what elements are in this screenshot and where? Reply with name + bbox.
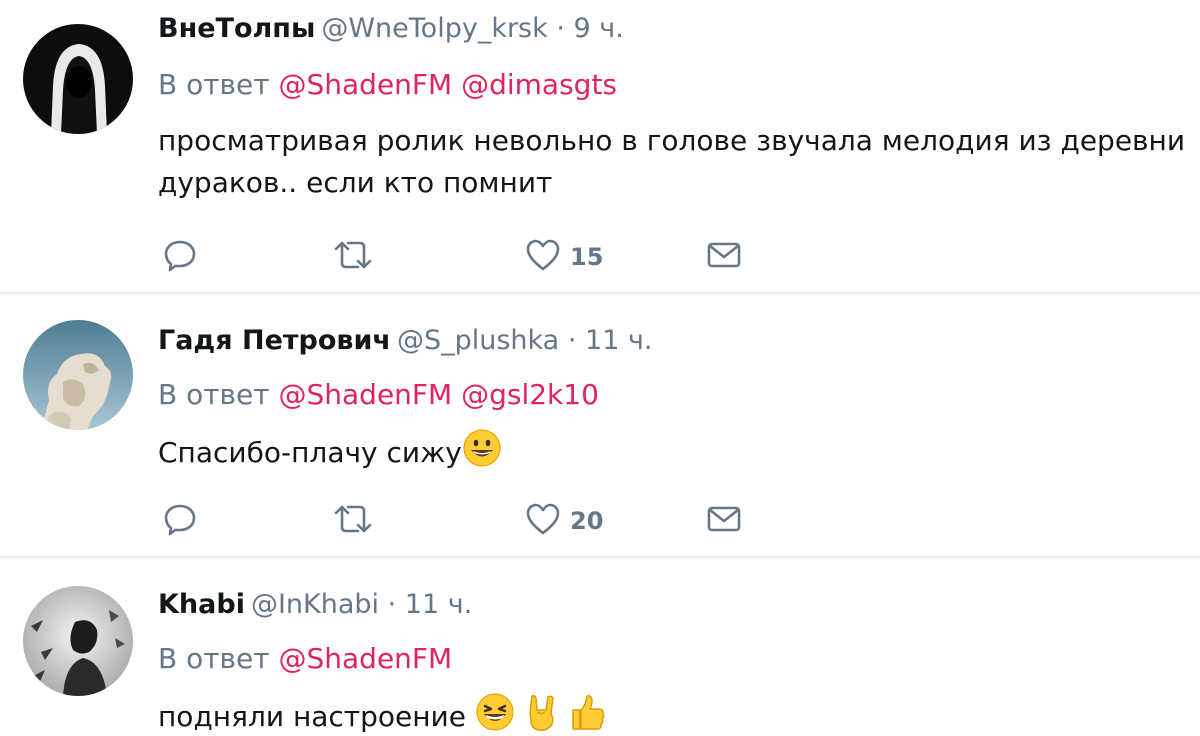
grinning-squinting-face-emoji	[475, 692, 515, 736]
direct-message-button[interactable]	[706, 501, 742, 541]
tweet-header: Гадя Петрович @S_plushka · 11 ч.	[158, 324, 653, 358]
envelope-icon	[706, 237, 742, 277]
user-handle[interactable]: @InKhabi	[251, 589, 379, 620]
tweet-item[interactable]: Гадя Петрович @S_plushka · 11 ч. В ответ …	[0, 294, 1200, 556]
retweet-button[interactable]	[330, 237, 376, 277]
speech-bubble-icon	[162, 237, 198, 277]
reply-context: В ответ @ShadenFM	[158, 642, 452, 676]
reply-context: В ответ @ShadenFM @gsl2k10	[158, 378, 599, 412]
heart-outline-icon	[524, 501, 562, 541]
heart-outline-icon	[524, 237, 562, 277]
avatar[interactable]	[23, 586, 133, 696]
sign-of-horns-emoji	[524, 692, 560, 736]
tweet-text-content: подняли настроение	[158, 700, 466, 733]
like-count: 20	[570, 507, 604, 535]
like-button[interactable]: 20	[524, 501, 603, 541]
timestamp[interactable]: 9 ч.	[574, 13, 624, 44]
grinning-face-emoji	[462, 428, 502, 480]
separator-dot: ·	[387, 589, 397, 620]
tweet-actions: 20	[158, 501, 798, 541]
display-name[interactable]: ВнеТолпы	[158, 13, 315, 44]
reply-prefix: В ответ	[158, 642, 270, 675]
mention-link[interactable]: @gsl2k10	[461, 378, 599, 411]
tweet-replies-feed: ВнеТолпы @WneTolpy_krsk · 9 ч. В ответ @S…	[0, 0, 1200, 736]
display-name[interactable]: Гадя Петрович	[158, 325, 391, 356]
tweet-text: Спасибо-плачу сижу	[158, 428, 1188, 480]
direct-message-button[interactable]	[706, 237, 742, 277]
timestamp[interactable]: 11 ч.	[405, 589, 472, 620]
separator-dot: ·	[556, 13, 565, 44]
like-button[interactable]: 15	[524, 237, 603, 277]
tweet-text-content: просматривая ролик невольно в голове зву…	[158, 124, 1186, 199]
mention-link[interactable]: @dimasgts	[461, 68, 617, 101]
thumbs-up-emoji	[569, 692, 607, 736]
mention-link[interactable]: @ShadenFM	[279, 642, 453, 675]
reply-button[interactable]	[162, 501, 198, 541]
tweet-text-content: Спасибо-плачу сижу	[158, 436, 462, 469]
avatar[interactable]	[23, 320, 133, 430]
tweet-item[interactable]: ВнеТолпы @WneTolpy_krsk · 9 ч. В ответ @S…	[0, 0, 1200, 292]
mention-link[interactable]: @ShadenFM	[279, 68, 453, 101]
user-handle[interactable]: @S_plushka	[397, 325, 559, 356]
retweet-arrows-icon	[330, 501, 376, 541]
timestamp[interactable]: 11 ч.	[585, 325, 652, 356]
reply-prefix: В ответ	[158, 378, 270, 411]
tweet-actions: 15	[158, 237, 798, 277]
envelope-icon	[706, 501, 742, 541]
avatar[interactable]	[23, 24, 133, 134]
retweet-button[interactable]	[330, 501, 376, 541]
separator-dot: ·	[567, 325, 577, 356]
mention-link[interactable]: @ShadenFM	[279, 378, 453, 411]
user-handle[interactable]: @WneTolpy_krsk	[321, 13, 547, 44]
tweet-text: просматривая ролик невольно в голове зву…	[158, 120, 1188, 204]
display-name[interactable]: Khabi	[158, 589, 245, 620]
tweet-text: подняли настроение	[158, 692, 1188, 736]
reply-button[interactable]	[162, 237, 198, 277]
tweet-header: Khabi @InKhabi · 11 ч.	[158, 588, 472, 622]
tweet-item[interactable]: Khabi @InKhabi · 11 ч. В ответ @ShadenFM …	[0, 558, 1200, 736]
retweet-arrows-icon	[330, 237, 376, 277]
reply-context: В ответ @ShadenFM @dimasgts	[158, 68, 617, 102]
speech-bubble-icon	[162, 501, 198, 541]
tweet-header: ВнеТолпы @WneTolpy_krsk · 9 ч.	[158, 12, 624, 46]
reply-prefix: В ответ	[158, 68, 270, 101]
like-count: 15	[570, 243, 604, 271]
